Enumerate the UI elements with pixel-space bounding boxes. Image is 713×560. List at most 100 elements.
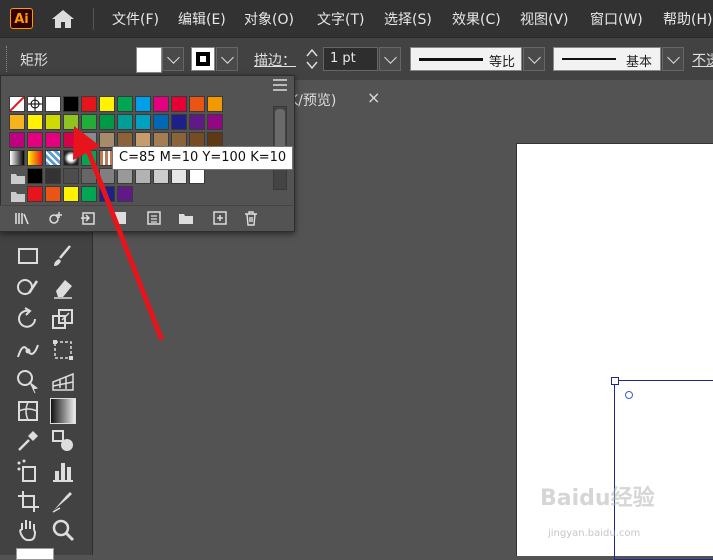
rectangle-tool-icon[interactable] (15, 243, 41, 269)
watermark-url: jingyan.baidu.com (548, 528, 641, 539)
swatch[interactable] (171, 96, 187, 112)
menu-select[interactable]: 选择(S) (384, 9, 432, 29)
brush-line (562, 58, 616, 60)
menu-bar: Ai 文件(F) 编辑(E) 对象(O) 文字(T) 选择(S) 效果(C) 视… (0, 0, 713, 38)
swatch[interactable] (189, 114, 205, 130)
swatch[interactable] (45, 168, 61, 184)
app-logo: Ai (10, 8, 33, 29)
folder-icon (11, 174, 25, 184)
selection-type-label: 矩形 (20, 53, 48, 69)
swatch[interactable] (45, 96, 61, 112)
swatch-registration[interactable] (27, 96, 43, 112)
stroke-dropdown[interactable] (216, 47, 238, 71)
swatch[interactable] (45, 132, 61, 148)
swatch[interactable] (27, 132, 43, 148)
menu-help[interactable]: 帮助(H) (663, 9, 712, 29)
stroke-swatch[interactable] (191, 47, 215, 71)
fill-dropdown[interactable] (162, 47, 184, 71)
artboard-tool-icon[interactable] (15, 488, 41, 514)
eyedropper-tool-icon[interactable] (15, 428, 41, 454)
shaper-tool-icon[interactable] (15, 275, 41, 301)
fill-swatch[interactable] (136, 47, 162, 73)
swatch-gradient-orange[interactable] (27, 150, 43, 166)
control-bar: 矩形 描边： 1 pt 等比 基本 不透 (0, 38, 713, 80)
menu-edit[interactable]: 编辑(E) (178, 9, 226, 29)
hand-tool-icon[interactable] (15, 517, 41, 543)
document-tab[interactable]: K/预览) × (283, 82, 393, 116)
home-icon[interactable] (50, 8, 76, 30)
menu-window[interactable]: 窗口(W) (590, 9, 643, 29)
chevron-down-icon (384, 51, 397, 64)
puppet-warp-tool-icon[interactable] (15, 337, 41, 363)
panel-menu-icon[interactable] (273, 79, 287, 91)
stroke-stepper[interactable] (304, 46, 320, 72)
watermark-logo: Baidu经验 (540, 486, 655, 511)
chevron-down-icon (221, 51, 234, 64)
rotate-tool-icon[interactable] (15, 306, 41, 332)
brush-dropdown[interactable] (662, 47, 684, 71)
menu-object[interactable]: 对象(O) (244, 9, 294, 29)
swatch[interactable] (117, 96, 133, 112)
menu-view[interactable]: 视图(V) (520, 9, 569, 29)
swatch[interactable] (189, 168, 205, 184)
stroke-weight-input[interactable]: 1 pt (323, 47, 378, 71)
menu-type[interactable]: 文字(T) (317, 9, 364, 29)
menu-separator (93, 8, 94, 30)
swatch-pattern-blue[interactable] (45, 150, 61, 166)
opacity-label[interactable]: 不透 (692, 50, 713, 70)
zoom-tool-icon[interactable] (50, 517, 76, 543)
swatch[interactable] (9, 114, 25, 130)
mesh-tool-icon[interactable] (15, 398, 41, 424)
perspective-grid-tool-icon[interactable] (50, 368, 76, 394)
delete-swatch-icon[interactable] (243, 210, 259, 226)
symbol-sprayer-tool-icon[interactable] (15, 458, 41, 484)
gradient-tool-icon[interactable] (50, 398, 76, 424)
new-folder-icon[interactable] (178, 210, 194, 226)
annotation-arrow (73, 126, 164, 341)
chevron-down-icon (167, 51, 180, 64)
center-point-icon (625, 391, 633, 399)
swatch[interactable] (27, 186, 43, 202)
stroke-icon (196, 52, 210, 66)
variable-width-profile[interactable]: 等比 (410, 47, 522, 71)
shape-builder-tool-icon[interactable] (15, 368, 41, 394)
fill-color-indicator[interactable] (16, 548, 54, 560)
swatch[interactable] (189, 96, 205, 112)
swatch-gradient-bw[interactable] (9, 150, 25, 166)
brush-definition[interactable]: 基本 (553, 47, 661, 71)
swatch-none[interactable] (9, 96, 25, 112)
swatch[interactable] (135, 96, 151, 112)
swatch[interactable] (27, 168, 43, 184)
swatch[interactable] (27, 114, 43, 130)
swatch-libraries-icon[interactable] (14, 210, 30, 226)
swatch[interactable] (207, 96, 223, 112)
profile-label: 等比 (489, 55, 516, 70)
stroke-label[interactable]: 描边： (254, 50, 296, 70)
swatch[interactable] (153, 96, 169, 112)
new-swatch-icon[interactable] (212, 210, 228, 226)
swatch[interactable] (99, 96, 115, 112)
swatch[interactable] (63, 96, 79, 112)
swatch[interactable] (45, 186, 61, 202)
profile-dropdown[interactable] (523, 47, 545, 71)
slice-tool-icon[interactable] (50, 488, 76, 514)
menu-effect[interactable]: 效果(C) (452, 9, 501, 29)
chevron-down-icon (667, 51, 680, 64)
folder-icon (11, 192, 25, 202)
column-graph-tool-icon[interactable] (50, 458, 76, 484)
stroke-weight-dropdown[interactable] (379, 47, 401, 71)
swatch[interactable] (81, 96, 97, 112)
document-tab-title: K/预览) (289, 93, 337, 109)
chevron-down-icon (528, 51, 541, 64)
menu-file[interactable]: 文件(F) (112, 9, 159, 29)
swatch[interactable] (45, 114, 61, 130)
selection-handle[interactable] (611, 377, 619, 385)
swatch[interactable] (207, 114, 223, 130)
blend-tool-icon[interactable] (50, 428, 76, 454)
swatch[interactable] (9, 132, 25, 148)
grip-handle[interactable] (6, 46, 10, 72)
stepper-arrows-icon (306, 48, 318, 70)
close-tab-icon[interactable]: × (367, 88, 380, 107)
brush-label: 基本 (626, 55, 653, 70)
profile-line (419, 58, 483, 61)
